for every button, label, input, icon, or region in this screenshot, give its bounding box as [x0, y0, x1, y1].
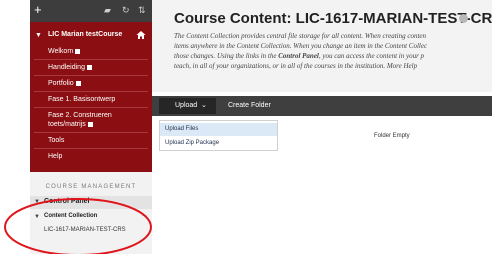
page-header: Course Content: LIC-1617-MARIAN-TEST-CRS…: [152, 0, 492, 92]
page-indicator-icon: [75, 48, 81, 54]
page-indicator-icon: [87, 121, 93, 127]
sidebar-item-label: Welkom: [48, 48, 74, 55]
help-icon[interactable]: [459, 14, 468, 23]
sidebar-toolbar: + ▰ ↻ ⇅: [30, 0, 152, 22]
collapse-caret-icon[interactable]: ▼: [35, 32, 42, 39]
sort-icon[interactable]: ⇅: [138, 5, 146, 15]
sidebar-item-label-line2: toets/matrijs: [48, 121, 86, 128]
menu-divider: [34, 75, 148, 76]
refresh-icon[interactable]: ↻: [122, 5, 130, 15]
description-line: those changes. Using the links in the: [174, 52, 277, 60]
description-line: items anywhere in the Content Collection…: [174, 42, 428, 50]
content-area: Course Content: LIC-1617-MARIAN-TEST-CRS…: [152, 0, 492, 254]
sidebar-item-help[interactable]: Help: [48, 152, 144, 161]
page-indicator-icon: [75, 80, 81, 86]
folder-empty-message: Folder Empty: [374, 133, 410, 139]
description-line: The Content Collection provides central …: [174, 32, 427, 40]
course-menu: ▼ LIC Marian testCourse Welkom Handleidi…: [30, 22, 152, 172]
description-line: , you can access the content in your p: [318, 52, 425, 60]
upload-label: Upload: [175, 102, 198, 109]
course-title[interactable]: LIC Marian testCourse: [48, 31, 122, 38]
control-panel-header[interactable]: ▼ Control Panel: [30, 196, 152, 209]
menu-divider: [34, 91, 148, 92]
menu-divider: [34, 132, 148, 133]
control-panel-link[interactable]: Control Panel: [278, 52, 319, 60]
upload-zip-package-option[interactable]: Upload Zip Package: [160, 137, 277, 150]
sidebar-item-fase-2[interactable]: Fase 2. Construeren toets/matrijs: [48, 111, 144, 129]
add-menu-item-icon[interactable]: +: [34, 3, 42, 17]
upload-button[interactable]: Upload ⌄: [159, 98, 216, 114]
menu-divider: [34, 107, 148, 108]
content-collection-course-link[interactable]: LIC-1617-MARIAN-TEST-CRS: [44, 226, 134, 234]
create-folder-button[interactable]: Create Folder: [228, 102, 271, 109]
sidebar-item-handleiding[interactable]: Handleiding: [48, 63, 144, 72]
sidebar-item-label: Tools: [48, 137, 65, 144]
collapse-caret-icon[interactable]: ▼: [34, 199, 40, 205]
upload-files-option[interactable]: Upload Files: [160, 123, 277, 136]
menu-divider: [34, 148, 148, 149]
course-menu-header[interactable]: ▼ LIC Marian testCourse: [30, 31, 152, 43]
collapse-caret-icon[interactable]: ▼: [34, 214, 40, 220]
sidebar-item-portfolio[interactable]: Portfolio: [48, 79, 144, 88]
sidebar-item-fase-1[interactable]: Fase 1. Basisontwerp: [48, 95, 144, 104]
action-bar: Upload ⌄ Create Folder: [152, 96, 492, 116]
folder-view-icon[interactable]: ▰: [104, 5, 111, 15]
sidebar-item-welkom[interactable]: Welkom: [48, 47, 144, 56]
arrow-right-icon: →: [141, 212, 148, 219]
home-icon[interactable]: [136, 30, 146, 40]
sidebar-item-label: Fase 1. Basisontwerp: [48, 96, 116, 103]
description-line: teach, in all of your organizations, or …: [174, 62, 418, 70]
chevron-down-icon: ⌄: [201, 102, 207, 109]
course-management-panel: COURSE MANAGEMENT ▼ Control Panel ▼ Cont…: [30, 172, 152, 254]
sidebar-item-label: Portfolio: [48, 80, 74, 87]
sidebar-item-label: Help: [48, 153, 63, 160]
content-collection-label: Content Collection: [44, 213, 98, 219]
course-sidebar: + ▰ ↻ ⇅ ▼ LIC Marian testCourse Welkom H…: [0, 0, 152, 254]
menu-divider: [34, 59, 148, 60]
upload-dropdown-menu: Upload Files Upload Zip Package: [159, 120, 278, 151]
page-indicator-icon: [86, 64, 92, 70]
content-collection-item[interactable]: ▼ Content Collection →: [30, 212, 152, 224]
page-description: The Content Collection provides central …: [174, 31, 492, 71]
sidebar-item-label: Handleiding: [48, 64, 85, 71]
page-title: Course Content: LIC-1617-MARIAN-TEST-CRS: [174, 10, 492, 27]
sidebar-item-tools[interactable]: Tools: [48, 136, 144, 145]
sidebar-item-label: Fase 2. Construeren: [48, 112, 112, 119]
course-management-heading: COURSE MANAGEMENT: [45, 184, 137, 190]
control-panel-label: Control Panel: [44, 198, 90, 205]
